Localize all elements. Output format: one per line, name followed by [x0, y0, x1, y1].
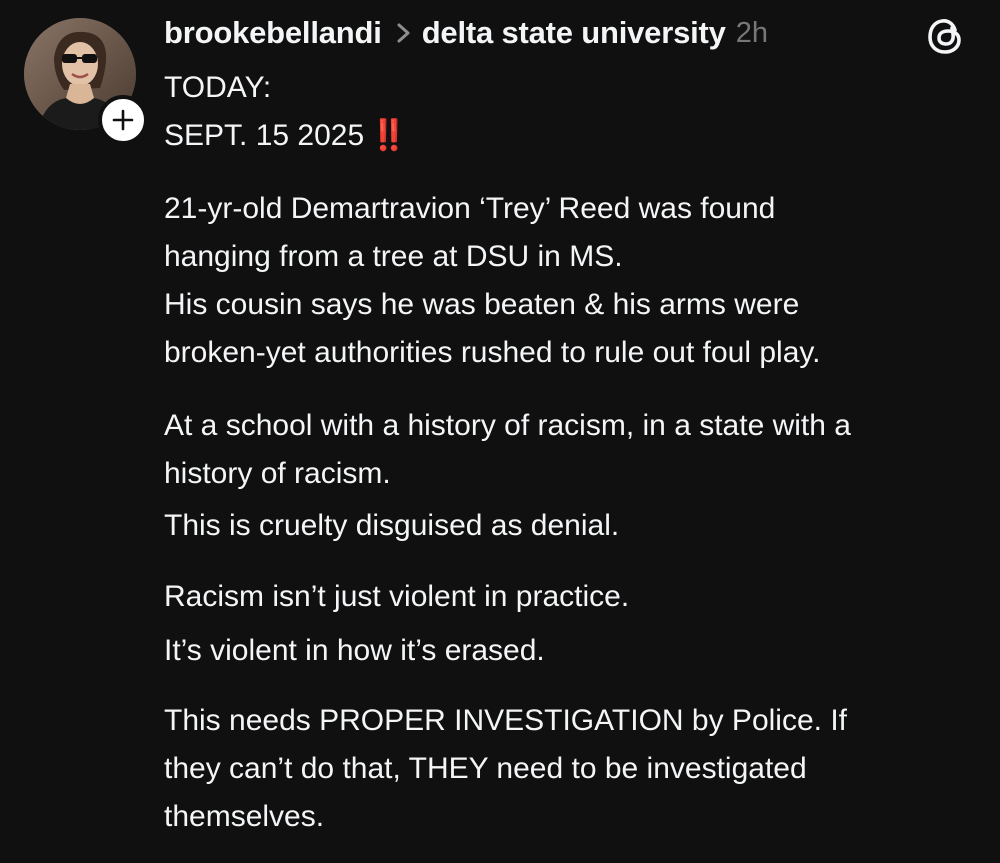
- post-body: TODAY: SEPT. 15 2025 ‼️ 21-yr-old Demartr…: [164, 64, 984, 860]
- text-line: Racism isn’t just violent in practice.: [164, 580, 630, 613]
- text-line: His cousin says he was beaten & his arms…: [164, 288, 800, 321]
- text-line: This is cruelty disguised as denial.: [164, 509, 620, 542]
- author-username[interactable]: brookebellandi: [164, 15, 382, 51]
- chevron-right-icon: [396, 21, 412, 45]
- today-label: TODAY:: [164, 71, 272, 104]
- paragraph-1: 21-yr-old Demartravion ‘Trey’ Reed was f…: [164, 185, 984, 377]
- text-line: hanging from a tree at DSU in MS.: [164, 240, 623, 273]
- community-name[interactable]: delta state university: [422, 15, 726, 51]
- text-line: themselves.: [164, 800, 325, 833]
- author-avatar-group: [24, 18, 148, 145]
- paragraph-2: At a school with a history of racism, in…: [164, 402, 984, 550]
- paragraph-3: Racism isn’t just violent in practice. I…: [164, 573, 984, 675]
- text-line: It’s violent in how it’s erased.: [164, 634, 545, 667]
- post-heading: TODAY: SEPT. 15 2025 ‼️: [164, 64, 984, 160]
- text-line: history of racism.: [164, 457, 391, 490]
- post-header: brookebellandi delta state university 2h: [164, 10, 768, 56]
- date-line: SEPT. 15 2025 ‼️: [164, 112, 984, 160]
- text-line: they can’t do that, THEY need to be inve…: [164, 752, 807, 785]
- threads-post: brookebellandi delta state university 2h…: [0, 0, 1000, 863]
- threads-logo-icon: [926, 16, 966, 56]
- text-line: This needs PROPER INVESTIGATION by Polic…: [164, 704, 847, 737]
- text-line: broken-yet authorities rushed to rule ou…: [164, 336, 821, 369]
- double-exclamation-emoji: ‼️: [370, 119, 407, 152]
- post-timestamp: 2h: [735, 16, 768, 49]
- follow-button[interactable]: [98, 95, 148, 145]
- text-line: 21-yr-old Demartravion ‘Trey’ Reed was f…: [164, 192, 776, 225]
- date-text: SEPT. 15 2025: [164, 119, 365, 152]
- text-line: At a school with a history of racism, in…: [164, 409, 851, 442]
- paragraph-4: This needs PROPER INVESTIGATION by Polic…: [164, 697, 984, 841]
- plus-icon: [112, 109, 134, 131]
